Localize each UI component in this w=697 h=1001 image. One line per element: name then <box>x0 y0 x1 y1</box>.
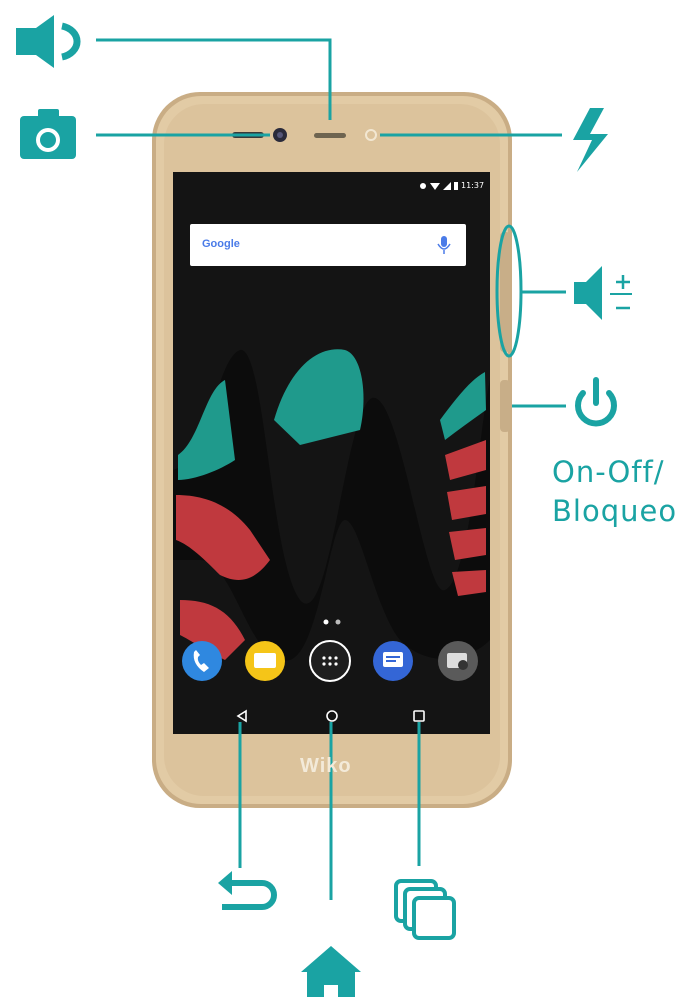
camera-app-icon[interactable] <box>438 641 478 681</box>
power-label-line2: Bloqueo <box>552 494 678 528</box>
screen <box>173 172 490 734</box>
page-indicator <box>335 619 341 625</box>
messaging-app-icon[interactable] <box>245 641 285 681</box>
power-button[interactable] <box>500 380 510 432</box>
search-brand: Google <box>202 238 240 250</box>
power-icon <box>575 377 617 427</box>
home-icon <box>301 946 361 997</box>
page-indicator <box>323 619 329 625</box>
volume-icon <box>574 266 632 320</box>
phone-diagram: 11:37 Google Wiko On-Off/ Bloqueo <box>0 0 697 997</box>
wiko-logo: Wiko <box>300 755 352 777</box>
sms-app-icon[interactable] <box>373 641 413 681</box>
speaker-icon <box>16 15 81 68</box>
flash-icon <box>573 108 608 172</box>
phone-app-icon[interactable] <box>182 641 222 681</box>
camera-icon <box>20 109 76 159</box>
app-drawer-icon[interactable] <box>309 640 351 682</box>
status-time: 11:37 <box>461 181 485 190</box>
back-icon <box>218 871 277 910</box>
earpiece <box>314 133 346 138</box>
recent-apps-icon <box>394 879 456 940</box>
power-label-line1: On-Off/ <box>552 455 665 489</box>
